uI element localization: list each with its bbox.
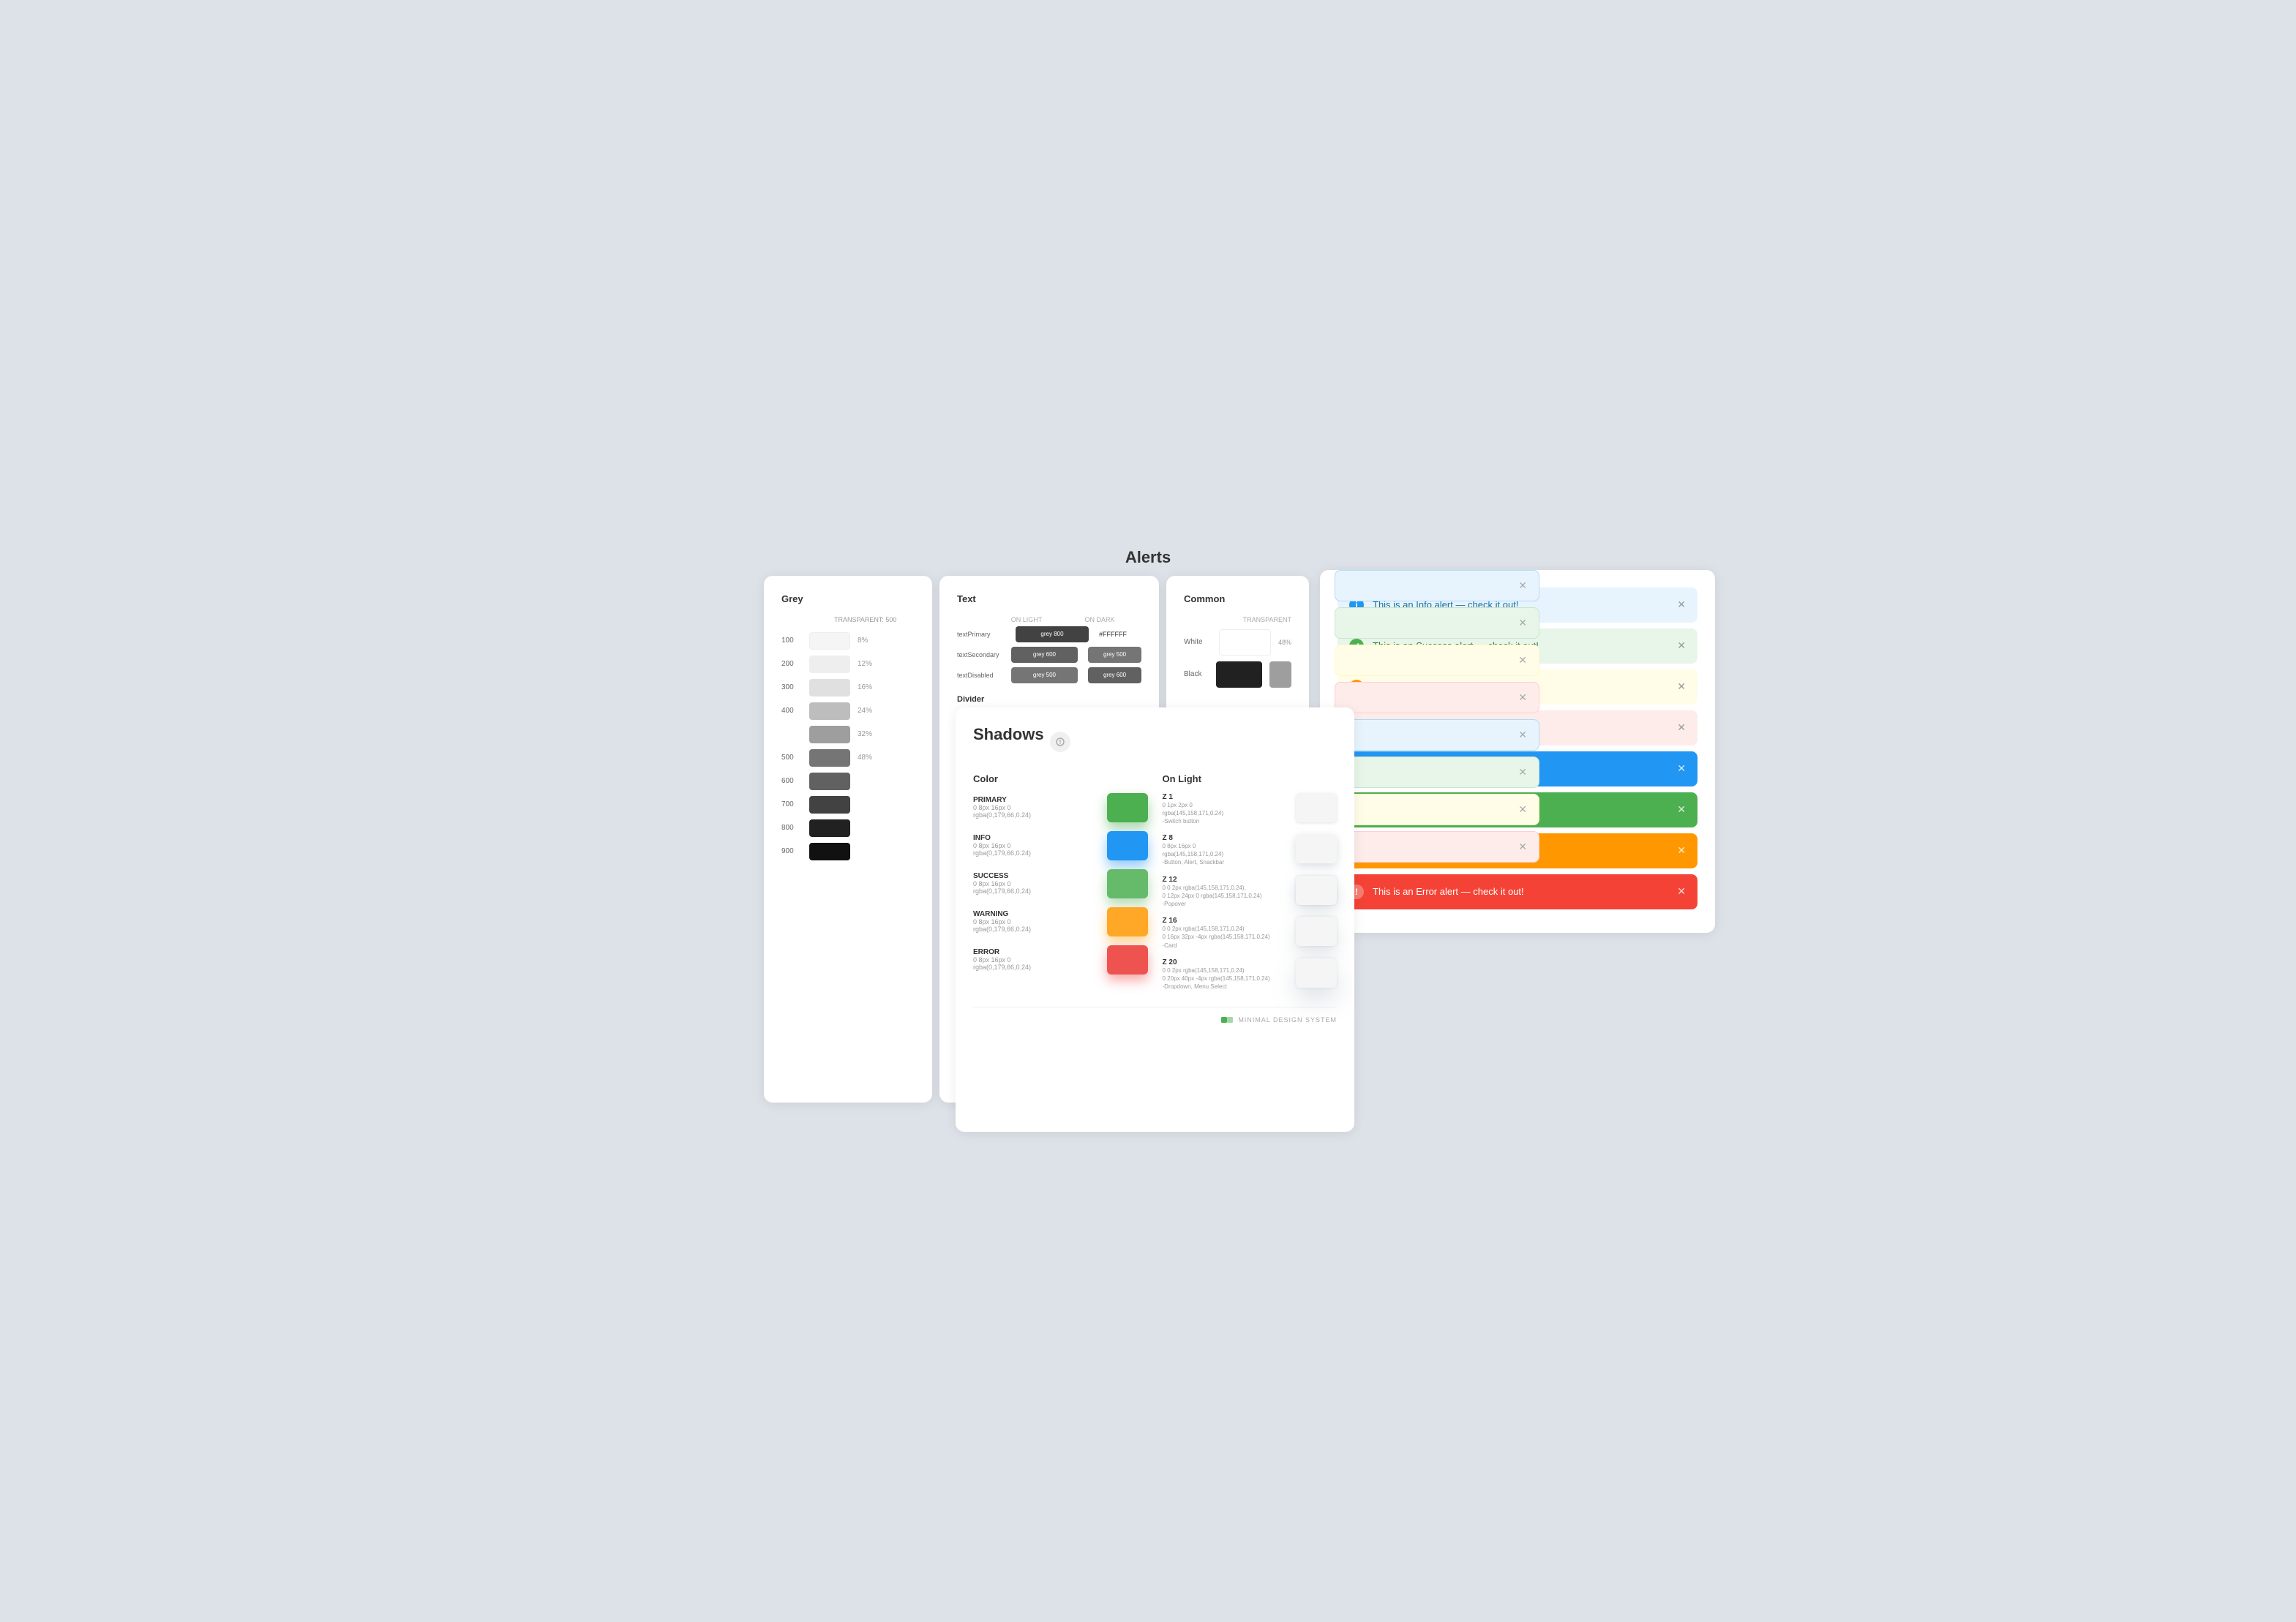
outer-container: Alerts Grey TRANSPARENT: 500 100 8% 200 … — [0, 0, 2296, 1622]
shadows-title: Shadows — [973, 725, 1044, 744]
shadow-info-row: INFO 0 8px 16px 0rgba(0,179,66,0.24) — [973, 831, 1148, 860]
text-primary-swatch-light: grey 800 — [1016, 626, 1089, 642]
logo-text: MINIMAL DESIGN SYSTEM — [1238, 1016, 1337, 1024]
close-icon[interactable]: ✕ — [1518, 579, 1527, 592]
pale-info: ✕ — [1335, 570, 1539, 601]
grey-swatch-800 — [809, 819, 850, 837]
on-light-column: On Light Z 1 0 1px 2px 0rgba(145,158,171… — [1163, 773, 1338, 1000]
grey-row-600: 600 — [781, 773, 915, 790]
text-primary-row: textPrimary grey 800 #FFFFFF — [957, 626, 1141, 642]
text-disabled-row: textDisabled grey 500 grey 600 — [957, 667, 1141, 683]
grey-row-200: 200 12% — [781, 656, 915, 673]
pale-success: ✕ — [1335, 607, 1539, 639]
text-disabled-swatch-light: grey 500 — [1011, 667, 1078, 683]
white-swatch — [1219, 629, 1271, 656]
shadow-warning-row: WARNING 0 8px 16px 0rgba(0,179,66,0.24) — [973, 907, 1148, 936]
common-card-title: Common — [1184, 593, 1291, 604]
pale-error-2: ✕ — [1335, 831, 1539, 863]
close-icon[interactable]: ✕ — [1518, 841, 1527, 853]
pale-success-2: ✕ — [1335, 756, 1539, 788]
info-color-swatch — [1107, 831, 1148, 860]
z12-swatch — [1296, 876, 1337, 905]
grey-swatch-300 — [809, 679, 850, 697]
z12-row: Z 12 0 0 2px rgba(145,158,171,0.24),0 12… — [1163, 876, 1338, 909]
scene: Alerts Grey TRANSPARENT: 500 100 8% 200 … — [764, 541, 1532, 1082]
close-icon[interactable]: ✕ — [1518, 729, 1527, 741]
grey-row-700: 700 — [781, 796, 915, 814]
z1-row: Z 1 0 1px 2px 0rgba(145,158,171,0.24)-Sw… — [1163, 793, 1338, 826]
success-color-swatch — [1107, 869, 1148, 898]
close-icon[interactable]: ✕ — [1677, 762, 1686, 775]
grey-row-800: 800 — [781, 819, 915, 837]
z16-swatch — [1296, 917, 1337, 946]
z8-row: Z 8 0 8px 16px 0rgba(145,158,171,0.24)-B… — [1163, 834, 1338, 867]
shadows-card: Shadows Color PRIMARY 0 8px 16px 0rgba(0… — [956, 707, 1354, 1132]
logo-icon — [1220, 1013, 1234, 1026]
grey-swatch-700 — [809, 796, 850, 814]
close-icon[interactable]: ✕ — [1677, 885, 1686, 898]
z20-swatch — [1296, 958, 1337, 988]
grey-swatch-mid — [809, 726, 850, 743]
grey-row-900: 900 — [781, 843, 915, 860]
pale-error: ✕ — [1335, 682, 1539, 713]
black-transparent-swatch — [1269, 661, 1291, 688]
close-icon[interactable]: ✕ — [1518, 691, 1527, 704]
transparent-label: TRANSPARENT: 500 — [834, 616, 896, 623]
close-icon[interactable]: ✕ — [1677, 721, 1686, 734]
close-icon[interactable]: ✕ — [1677, 639, 1686, 652]
close-icon[interactable]: ✕ — [1677, 598, 1686, 611]
shadows-columns: Color PRIMARY 0 8px 16px 0rgba(0,179,66,… — [973, 773, 1337, 1000]
text-card-title: Text — [957, 593, 1141, 604]
close-icon[interactable]: ✕ — [1677, 803, 1686, 816]
alert-error-filled: ! This is an Error alert — check it out!… — [1338, 874, 1697, 909]
right-alerts-panel: ✕ ✕ ✕ ✕ ✕ ✕ ✕ ✕ — [1335, 570, 1539, 868]
z16-row: Z 16 0 0 2px rgba(145,158,171,0.24)0 16p… — [1163, 917, 1338, 950]
logo-bar: MINIMAL DESIGN SYSTEM — [973, 1007, 1337, 1026]
black-swatch — [1216, 661, 1262, 688]
grey-swatch-500 — [809, 749, 850, 767]
primary-color-swatch — [1107, 793, 1148, 822]
error-color-swatch — [1107, 945, 1148, 975]
z8-swatch — [1296, 834, 1337, 863]
grey-row-400: 400 24% — [781, 702, 915, 720]
grey-card-title: Grey — [781, 593, 915, 604]
pale-warning-2: ✕ — [1335, 794, 1539, 825]
shadow-error-row: ERROR 0 8px 16px 0rgba(0,179,66,0.24) — [973, 945, 1148, 975]
z20-row: Z 20 0 0 2px rgba(145,158,171,0.24)0 20p… — [1163, 958, 1338, 991]
pale-warning: ✕ — [1335, 645, 1539, 676]
page-title: Alerts — [1125, 548, 1171, 567]
grey-card: Grey TRANSPARENT: 500 100 8% 200 12% 300 — [764, 576, 932, 1103]
grey-swatch-600 — [809, 773, 850, 790]
close-icon[interactable]: ✕ — [1677, 680, 1686, 693]
grey-row-100: 100 8% — [781, 632, 915, 650]
pale-info-2: ✕ — [1335, 719, 1539, 751]
shadows-icon — [1050, 732, 1070, 752]
grey-row-mid: 32% — [781, 726, 915, 743]
close-icon[interactable]: ✕ — [1518, 617, 1527, 629]
text-secondary-swatch-light: grey 600 — [1011, 647, 1078, 663]
grey-row-500: 500 48% — [781, 749, 915, 767]
common-white-row: White 48% — [1184, 629, 1291, 656]
text-secondary-row: textSecondary grey 600 grey 500 — [957, 647, 1141, 663]
grey-row-300: 300 16% — [781, 679, 915, 697]
shadow-primary-row: PRIMARY 0 8px 16px 0rgba(0,179,66,0.24) — [973, 793, 1148, 822]
grey-swatch-900 — [809, 843, 850, 860]
close-icon[interactable]: ✕ — [1518, 654, 1527, 667]
text-secondary-swatch-dark: grey 500 — [1088, 647, 1141, 663]
close-icon[interactable]: ✕ — [1518, 766, 1527, 778]
text-disabled-swatch-dark: grey 600 — [1088, 667, 1141, 683]
warning-color-swatch — [1107, 907, 1148, 936]
close-icon[interactable]: ✕ — [1518, 803, 1527, 816]
color-column: Color PRIMARY 0 8px 16px 0rgba(0,179,66,… — [973, 773, 1148, 1000]
common-black-row: Black — [1184, 661, 1291, 688]
z1-swatch — [1296, 793, 1337, 822]
close-icon[interactable]: ✕ — [1677, 844, 1686, 857]
grey-swatch-400 — [809, 702, 850, 720]
grey-swatch-200 — [809, 656, 850, 673]
shadow-success-row: SUCCESS 0 8px 16px 0rgba(0,179,66,0.24) — [973, 869, 1148, 898]
grey-swatch-100 — [809, 632, 850, 650]
